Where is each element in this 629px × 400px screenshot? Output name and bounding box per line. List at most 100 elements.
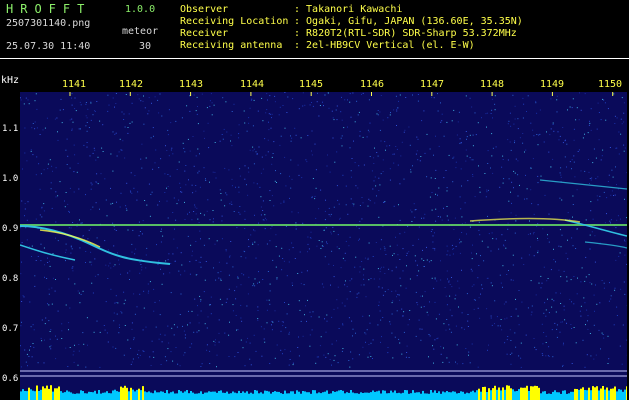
- noise-pixel: [255, 257, 257, 259]
- noise-pixel: [195, 110, 197, 112]
- level-bar: [560, 393, 562, 400]
- noise-pixel: [167, 186, 169, 187]
- noise-pixel: [504, 239, 506, 241]
- noise-pixel: [193, 165, 195, 167]
- noise-pixel: [547, 278, 549, 279]
- noise-pixel: [528, 254, 530, 256]
- noise-pixel: [110, 153, 112, 155]
- noise-pixel: [575, 119, 577, 121]
- noise-pixel: [514, 105, 516, 107]
- noise-pixel: [107, 249, 109, 251]
- noise-pixel: [374, 147, 375, 149]
- noise-pixel: [200, 299, 202, 301]
- noise-pixel: [479, 234, 481, 236]
- noise-pixel: [121, 111, 123, 113]
- app-version: 1.0.0: [125, 4, 156, 15]
- noise-pixel: [90, 251, 92, 253]
- noise-pixel: [216, 354, 218, 356]
- noise-pixel: [201, 363, 203, 365]
- noise-pixel: [490, 315, 492, 317]
- noise-pixel: [515, 214, 517, 216]
- noise-pixel: [203, 167, 205, 169]
- level-bar: [282, 393, 284, 400]
- noise-pixel: [522, 142, 524, 144]
- noise-pixel: [571, 301, 572, 303]
- noise-pixel: [46, 117, 48, 119]
- level-bar: [358, 393, 360, 400]
- noise-pixel: [438, 313, 440, 315]
- noise-pixel: [359, 130, 361, 132]
- noise-pixel: [522, 117, 524, 119]
- level-bar: [534, 385, 536, 400]
- level-bar: [356, 393, 358, 400]
- noise-pixel: [188, 179, 189, 181]
- noise-pixel: [488, 233, 490, 235]
- noise-pixel: [384, 247, 386, 249]
- noise-pixel: [317, 356, 319, 358]
- noise-pixel: [374, 176, 376, 178]
- level-bar: [58, 386, 60, 400]
- noise-pixel: [285, 327, 287, 329]
- level-bar: [264, 390, 266, 400]
- noise-pixel: [437, 337, 439, 339]
- noise-pixel: [536, 225, 538, 227]
- noise-pixel: [502, 182, 504, 184]
- noise-pixel: [453, 156, 455, 158]
- noise-pixel: [230, 241, 232, 242]
- noise-pixel: [209, 363, 211, 364]
- noise-pixel: [441, 113, 443, 115]
- noise-pixel: [532, 158, 534, 160]
- noise-pixel: [320, 336, 322, 338]
- noise-pixel: [432, 241, 434, 243]
- noise-pixel: [311, 150, 312, 152]
- noise-pixel: [418, 238, 420, 240]
- noise-pixel: [479, 191, 481, 193]
- noise-pixel: [106, 332, 108, 334]
- noise-pixel: [64, 206, 66, 208]
- noise-pixel: [446, 245, 448, 247]
- noise-pixel: [85, 262, 86, 263]
- noise-pixel: [389, 168, 391, 170]
- noise-pixel: [349, 147, 351, 149]
- noise-pixel: [379, 271, 381, 273]
- noise-pixel: [444, 287, 446, 288]
- noise-pixel: [169, 175, 171, 177]
- noise-pixel: [542, 343, 544, 345]
- noise-pixel: [348, 360, 350, 361]
- noise-pixel: [284, 127, 286, 129]
- noise-pixel: [308, 248, 310, 250]
- level-bar: [344, 393, 346, 400]
- noise-pixel: [324, 256, 326, 258]
- noise-pixel: [455, 325, 457, 327]
- noise-pixel: [30, 346, 32, 347]
- noise-pixel: [257, 282, 258, 284]
- noise-pixel: [115, 347, 117, 349]
- noise-pixel: [274, 101, 276, 103]
- noise-pixel: [178, 270, 180, 272]
- noise-pixel: [112, 222, 114, 224]
- noise-pixel: [358, 227, 360, 229]
- noise-pixel: [546, 131, 547, 133]
- noise-pixel: [590, 210, 592, 212]
- noise-pixel: [174, 260, 176, 262]
- noise-pixel: [231, 178, 233, 180]
- noise-pixel: [271, 226, 273, 227]
- freq-tick-label: 1.1: [2, 124, 19, 134]
- noise-pixel: [184, 219, 186, 220]
- noise-pixel: [561, 321, 563, 323]
- noise-pixel: [140, 100, 142, 102]
- level-bar: [422, 390, 424, 400]
- noise-pixel: [146, 204, 148, 206]
- freq-tick-label: 0.9: [2, 224, 19, 234]
- noise-pixel: [364, 332, 366, 334]
- noise-pixel: [119, 327, 120, 328]
- noise-pixel: [377, 324, 379, 326]
- noise-pixel: [421, 328, 423, 330]
- noise-pixel: [143, 95, 144, 97]
- noise-pixel: [461, 216, 463, 218]
- noise-pixel: [108, 104, 110, 106]
- noise-pixel: [542, 354, 544, 356]
- noise-pixel: [131, 328, 133, 330]
- noise-pixel: [445, 329, 447, 331]
- noise-pixel: [182, 142, 184, 144]
